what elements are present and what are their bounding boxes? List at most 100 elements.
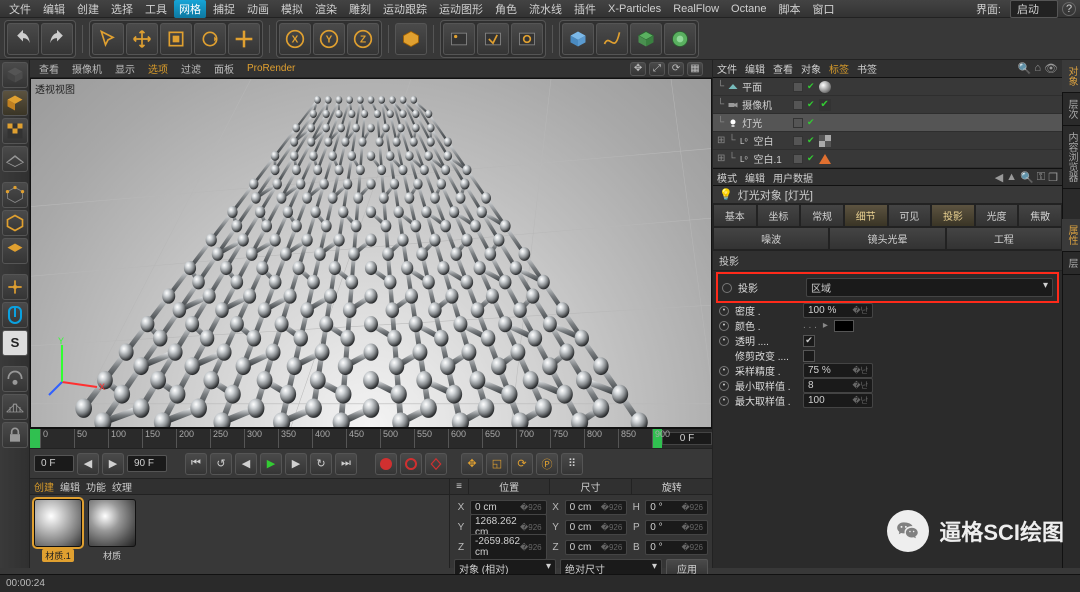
axis-mode-button[interactable] <box>2 274 28 300</box>
menu-mograph[interactable]: 运动图形 <box>434 0 488 18</box>
timeline-ruler[interactable]: 0501001502002503003504004505005506006507… <box>30 428 712 448</box>
menu-snap[interactable]: 捕捉 <box>208 0 240 18</box>
menu-pipeline[interactable]: 流水线 <box>524 0 567 18</box>
next-range-button[interactable]: ▶ <box>102 453 124 475</box>
attr-checkbox[interactable]: ✔ <box>803 335 815 347</box>
attr-edit[interactable]: 编辑 <box>745 170 765 185</box>
texture-mode-button[interactable] <box>2 118 28 144</box>
menu-file[interactable]: 文件 <box>4 0 36 18</box>
attr-tab[interactable]: 焦散 <box>1018 204 1062 227</box>
mat-menu-create[interactable]: 创建 <box>34 479 54 494</box>
om-home-icon[interactable]: ⌂ <box>1034 62 1041 75</box>
redo-button[interactable] <box>41 23 73 55</box>
object-row[interactable]: ⊞└L⁰空白.1 ✔ <box>713 150 1062 168</box>
menu-realflow[interactable]: RealFlow <box>668 2 724 16</box>
menu-render[interactable]: 渲染 <box>310 0 342 18</box>
attr-up-icon[interactable]: ▲ <box>1006 171 1017 184</box>
material-item-1[interactable]: 材质.1 <box>34 499 82 562</box>
attr-tab[interactable]: 镜头光晕 <box>829 227 945 250</box>
attr-checkbox[interactable] <box>803 350 815 362</box>
add-generator-button[interactable] <box>630 23 662 55</box>
goto-end-button[interactable]: ⏭ <box>335 453 357 475</box>
autokey-button[interactable] <box>400 453 422 475</box>
polygons-mode-button[interactable] <box>2 238 28 264</box>
side-tab-layers[interactable]: 层次 <box>1062 93 1080 126</box>
timeline-start-marker[interactable] <box>30 429 40 448</box>
menu-simulate[interactable]: 模拟 <box>276 0 308 18</box>
play-button[interactable]: ▶ <box>260 453 282 475</box>
mat-menu-edit[interactable]: 编辑 <box>60 479 80 494</box>
keysel-button[interactable] <box>425 453 447 475</box>
attr-new-icon[interactable]: ❐ <box>1048 171 1058 184</box>
material-thumb-1[interactable] <box>34 499 82 547</box>
om-edit[interactable]: 编辑 <box>745 61 765 76</box>
material-thumb-2[interactable] <box>88 499 136 547</box>
om-view[interactable]: 查看 <box>773 61 793 76</box>
vp-panel-menu[interactable]: 面板 <box>209 60 239 77</box>
param-key-button[interactable]: Ⓟ <box>536 453 558 475</box>
menu-edit[interactable]: 编辑 <box>38 0 70 18</box>
om-bookmarks[interactable]: 书签 <box>857 61 877 76</box>
recent-tool[interactable] <box>228 23 260 55</box>
attr-bullet[interactable]: • <box>719 336 729 346</box>
pos-key-button[interactable]: ✥ <box>461 453 483 475</box>
prev-key-button[interactable]: ↺ <box>210 453 232 475</box>
vp-filter-menu[interactable]: 过滤 <box>176 60 206 77</box>
menu-tools[interactable]: 工具 <box>140 0 172 18</box>
object-row[interactable]: ⊞└L⁰空白 ✔ <box>713 132 1062 150</box>
next-key-button[interactable]: ↻ <box>310 453 332 475</box>
workplane-button[interactable] <box>2 394 28 420</box>
attr-tab[interactable]: 基本 <box>713 204 757 227</box>
coord-cell[interactable]: -2659.862 cm�926 <box>470 534 547 560</box>
side-tab-objects[interactable]: 对象 <box>1062 60 1080 93</box>
om-tags[interactable]: 标签 <box>829 61 849 76</box>
render-pv-button[interactable] <box>477 23 509 55</box>
viewport-solo-button[interactable] <box>2 302 28 328</box>
perspective-viewport[interactable]: 透视视图 <box>30 78 712 428</box>
axis-y-toggle[interactable]: Y <box>313 23 345 55</box>
menu-plugins[interactable]: 插件 <box>569 0 601 18</box>
attr-search-icon[interactable]: 🔍 <box>1020 171 1034 184</box>
next-frame-button[interactable]: ▶ <box>285 453 307 475</box>
coord-cell[interactable]: 0 cm�926 <box>470 500 547 515</box>
coord-cell[interactable]: 0 °�926 <box>645 540 708 555</box>
om-file[interactable]: 文件 <box>717 61 737 76</box>
make-editable-button[interactable] <box>2 62 28 88</box>
attr-shadow-dropdown[interactable]: 区域▾ <box>806 278 1053 297</box>
attr-tab[interactable]: 噪波 <box>713 227 829 250</box>
object-row[interactable]: └灯光 ✔ <box>713 114 1062 132</box>
menu-select[interactable]: 选择 <box>106 0 138 18</box>
model-mode-button[interactable] <box>2 90 28 116</box>
attr-value-field[interactable]: 8�난 <box>803 378 873 393</box>
goto-start-button[interactable]: ⏮ <box>185 453 207 475</box>
add-spline-button[interactable] <box>596 23 628 55</box>
attr-tab[interactable]: 可见 <box>888 204 932 227</box>
help-icon[interactable]: ? <box>1062 2 1076 16</box>
om-object[interactable]: 对象 <box>801 61 821 76</box>
attr-tab[interactable]: 常规 <box>800 204 844 227</box>
frame-start-field[interactable]: 0 F <box>34 455 74 472</box>
pla-key-button[interactable]: ⠿ <box>561 453 583 475</box>
coord-cell[interactable]: 0 cm�926 <box>565 540 628 555</box>
side-tab-attributes[interactable]: 属性 <box>1062 219 1080 252</box>
move-tool[interactable] <box>126 23 158 55</box>
side-tab-layer2[interactable]: 层 <box>1062 252 1080 275</box>
attr-mode[interactable]: 模式 <box>717 170 737 185</box>
om-eye-icon[interactable]: 👁 <box>1044 62 1058 75</box>
select-tool[interactable] <box>92 23 124 55</box>
vp-pan-icon[interactable]: ✥ <box>630 62 646 76</box>
vp-camera-menu[interactable]: 摄像机 <box>67 60 107 77</box>
workplane-mode-button[interactable] <box>2 146 28 172</box>
vp-zoom-icon[interactable]: ⤢ <box>649 62 665 76</box>
vp-options-menu[interactable]: 选项 <box>143 60 173 77</box>
add-deformer-button[interactable] <box>664 23 696 55</box>
rot-key-button[interactable]: ⟳ <box>511 453 533 475</box>
menu-script[interactable]: 脚本 <box>774 0 806 18</box>
points-mode-button[interactable] <box>2 182 28 208</box>
rotate-tool[interactable] <box>194 23 226 55</box>
menu-character[interactable]: 角色 <box>490 0 522 18</box>
side-tab-browser[interactable]: 内容浏览器 <box>1062 126 1080 189</box>
attr-color-swatch[interactable] <box>834 320 854 332</box>
scale-tool[interactable] <box>160 23 192 55</box>
attr-bullet[interactable]: • <box>719 321 729 331</box>
